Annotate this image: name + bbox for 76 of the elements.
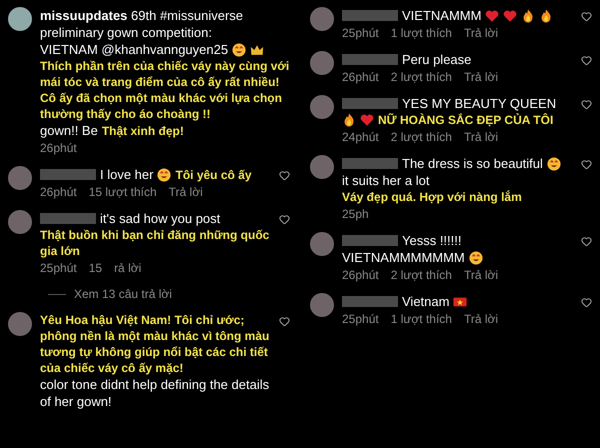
reply-link[interactable]: Trả lời — [464, 129, 498, 145]
reply-link[interactable]: Trả lời — [464, 267, 498, 283]
like-icon[interactable] — [279, 170, 290, 181]
view-replies-link[interactable]: Xem 13 câu trả lời — [74, 285, 172, 303]
translation-caption: NỮ HOÀNG SẮC ĐẸP CỦA TÔI — [378, 112, 554, 128]
heart-icon — [485, 8, 500, 22]
crown-icon — [250, 42, 264, 56]
likes-count[interactable]: 15 — [88, 260, 102, 276]
like-icon[interactable] — [581, 11, 592, 22]
comment-text: I love her — [100, 166, 154, 183]
reply-link[interactable]: Trả lời — [464, 311, 498, 327]
translation-caption: Thật buồn khi bạn chỉ đăng những quốc gia lớn — [40, 227, 270, 259]
flame-icon — [342, 113, 356, 127]
comment-text: Yesss !!!!!! — [402, 232, 462, 249]
smiling-face-icon — [468, 250, 483, 264]
avatar[interactable] — [8, 210, 32, 234]
like-icon[interactable] — [279, 214, 290, 225]
comment-text: Vietnam — [402, 293, 450, 310]
translation-caption: Thích phần trên của chiếc váy này cùng với mái tóc và trang điểm của cô ấy rất nhiều! Cô ấy đã chọn một màu khác với lựa chọn thường thấy cho áo choàng !! — [40, 58, 290, 122]
comment-time: 25phút — [40, 260, 77, 276]
comment-time: 26phút — [40, 184, 77, 200]
smiling-face-icon — [157, 168, 172, 182]
heart-icon — [503, 8, 518, 22]
likes-count[interactable]: 2 lượt thích — [390, 129, 452, 145]
like-icon[interactable] — [581, 236, 592, 247]
likes-count[interactable]: 1 lượt thích — [390, 311, 452, 327]
avatar[interactable] — [310, 95, 334, 119]
likes-count[interactable]: 1 lượt thích — [390, 25, 452, 41]
translation-caption: Yêu Hoa hậu Việt Nam! Tôi chỉ ước; phông nền là một màu khác vì tông màu tương tự không giúp nổi bật các chi tiết của chiếc váy cô ấy mặc! — [40, 312, 270, 376]
reply-link[interactable]: Trả lời — [464, 69, 498, 85]
comment-text: missuupdates 69th #missuniverse preliminary gown competition: — [40, 7, 244, 41]
comment-text: VIETNAMMM — [402, 7, 482, 24]
comment-text: YES MY BEAUTY QUEEN — [402, 95, 556, 112]
comment-text: VIETNAMMMMMMM — [342, 249, 465, 266]
comment-time: 26phút — [40, 140, 77, 156]
like-icon[interactable] — [581, 159, 592, 170]
like-icon[interactable] — [581, 99, 592, 110]
comment-time: 26phút — [342, 267, 379, 283]
likes-count[interactable]: 2 lượt thích — [390, 69, 452, 85]
avatar[interactable] — [8, 7, 32, 31]
translation-caption: Váy đẹp quá. Hợp với nàng lắm — [342, 189, 522, 205]
flame-icon — [521, 8, 536, 22]
comment-time: 25ph — [342, 206, 369, 222]
avatar[interactable] — [8, 166, 32, 190]
flame-icon — [539, 8, 554, 22]
like-icon[interactable] — [279, 316, 290, 327]
likes-count[interactable]: 15 lượt thích — [88, 184, 157, 200]
comment-text: Peru please — [402, 51, 472, 68]
like-icon[interactable] — [581, 55, 592, 66]
avatar[interactable] — [310, 293, 334, 317]
translation-caption: Thật xinh đẹp! — [102, 122, 184, 138]
like-icon[interactable] — [581, 297, 592, 308]
avatar[interactable] — [310, 155, 334, 179]
comment-text: gown!! Be — [40, 122, 98, 139]
comment-time: 26phút — [342, 69, 379, 85]
avatar[interactable] — [8, 312, 32, 336]
comment-text: The dress is so beautiful — [402, 155, 543, 172]
heart-icon — [360, 113, 374, 127]
reply-link[interactable]: Trả lời — [168, 184, 203, 200]
comment-text: VIETNAM @khanhvannguyen25 — [40, 41, 228, 58]
comment-time: 25phút — [342, 25, 379, 41]
likes-count[interactable]: 2 lượt thích — [390, 267, 452, 283]
comment-text: color tone didnt help defining the details of her gown! — [40, 376, 270, 410]
reply-link[interactable]: Trả lời — [464, 25, 498, 41]
comment-text: it suits her a lot — [342, 172, 430, 189]
avatar[interactable] — [310, 51, 334, 75]
translation-caption: Tôi yêu cô ấy — [175, 166, 252, 182]
comment-time: 24phút — [342, 129, 379, 145]
comment-text: it's sad how you post — [100, 210, 220, 227]
comment-time: 25phút — [342, 311, 379, 327]
smiling-face-icon — [232, 42, 246, 56]
avatar[interactable] — [310, 232, 334, 256]
reply-link[interactable]: rả lời — [114, 260, 142, 276]
smiling-face-icon — [546, 156, 561, 170]
flag-icon — [453, 294, 468, 308]
avatar[interactable] — [310, 7, 334, 31]
